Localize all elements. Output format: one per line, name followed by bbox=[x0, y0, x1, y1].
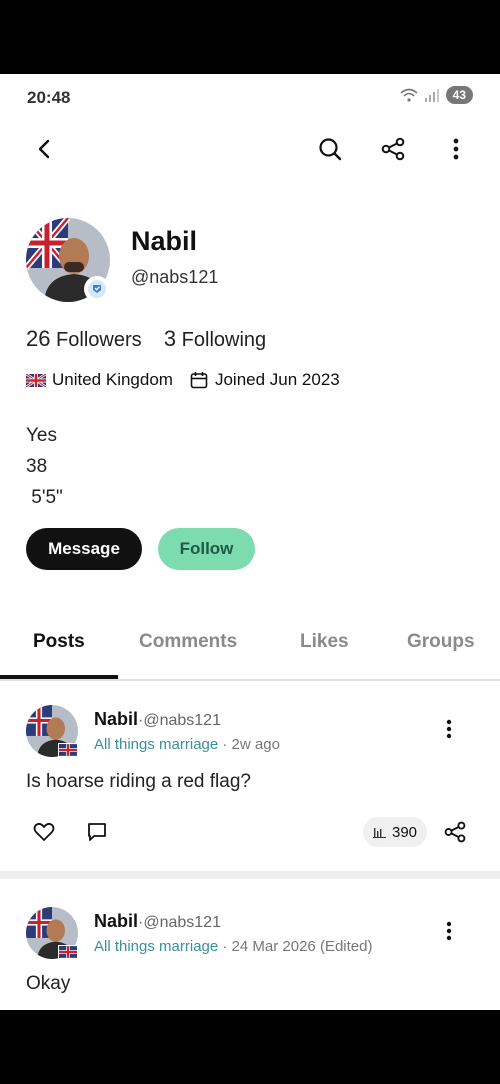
profile-bio: Yes 38 5'5" bbox=[26, 420, 63, 513]
tab-groups[interactable]: Groups bbox=[407, 631, 475, 653]
post-author[interactable]: Nabil·@nabs121 bbox=[94, 709, 221, 730]
share-button[interactable] bbox=[371, 124, 415, 174]
more-options-button[interactable] bbox=[434, 124, 478, 174]
uk-flag-icon bbox=[58, 743, 78, 757]
follow-stats: 26 Followers 3 Following bbox=[26, 326, 266, 352]
status-bar: 20:48 43 bbox=[0, 74, 500, 120]
post-card[interactable]: Nabil·@nabs121 All things marriage · 24 … bbox=[0, 879, 500, 1010]
post-group-link[interactable]: All things marriage bbox=[94, 736, 218, 753]
views-count: 390 bbox=[392, 823, 418, 841]
message-button[interactable]: Message bbox=[26, 528, 142, 570]
post-text: Okay bbox=[26, 973, 71, 994]
post-more-button[interactable] bbox=[446, 719, 452, 744]
following-label: Following bbox=[181, 329, 267, 351]
post-group-link[interactable]: All things marriage bbox=[94, 938, 218, 955]
heart-icon[interactable] bbox=[33, 822, 55, 842]
uk-flag-icon bbox=[58, 945, 78, 959]
profile-tabs: Posts Comments Likes Groups bbox=[0, 619, 500, 681]
bio-line: 5'5" bbox=[26, 487, 63, 508]
post-time: · 24 Mar 2026 (Edited) bbox=[218, 938, 373, 955]
post-card[interactable]: Nabil·@nabs121 All things marriage · 2w … bbox=[0, 677, 500, 871]
post-author-handle: ·@nabs121 bbox=[138, 914, 221, 931]
post-author-handle: ·@nabs121 bbox=[138, 712, 221, 729]
profile-name: Nabil bbox=[131, 226, 198, 256]
tab-posts[interactable]: Posts bbox=[33, 631, 85, 653]
top-bar bbox=[0, 124, 500, 174]
more-vertical-icon bbox=[446, 921, 452, 941]
comment-icon[interactable] bbox=[87, 822, 107, 842]
post-text: Is hoarse riding a red flag? bbox=[26, 771, 251, 792]
post-views[interactable]: 390 bbox=[363, 817, 428, 847]
verified-badge bbox=[84, 276, 110, 302]
post-author-name: Nabil bbox=[94, 709, 139, 729]
post-meta: All things marriage · 2w ago bbox=[94, 736, 280, 753]
search-button[interactable] bbox=[308, 124, 352, 174]
bio-line: 38 bbox=[26, 456, 48, 477]
status-time: 20:48 bbox=[27, 88, 71, 107]
tab-comments[interactable]: Comments bbox=[139, 631, 237, 653]
verified-badge-icon bbox=[88, 280, 106, 298]
follow-button[interactable]: Follow bbox=[158, 528, 255, 570]
post-time: · 2w ago bbox=[218, 736, 280, 753]
uk-flag-icon bbox=[26, 373, 46, 387]
back-icon bbox=[38, 139, 50, 159]
share-icon[interactable] bbox=[444, 821, 466, 843]
tab-likes[interactable]: Likes bbox=[300, 631, 349, 653]
following-count: 3 bbox=[163, 326, 177, 351]
status-icons: 43 bbox=[400, 86, 473, 104]
profile-handle: @nabs121 bbox=[131, 267, 219, 287]
post-meta: All things marriage · 24 Mar 2026 (Edite… bbox=[94, 938, 372, 955]
more-vertical-icon bbox=[446, 719, 452, 739]
calendar-icon bbox=[190, 372, 208, 389]
profile-joined: Joined Jun 2023 bbox=[214, 370, 340, 389]
post-author[interactable]: Nabil·@nabs121 bbox=[94, 911, 221, 932]
following-link[interactable]: 3 Following bbox=[163, 326, 267, 351]
more-vertical-icon bbox=[453, 138, 459, 160]
share-icon bbox=[381, 137, 405, 161]
profile-location: United Kingdom bbox=[52, 370, 173, 389]
wifi-icon bbox=[400, 88, 418, 102]
post-divider bbox=[0, 871, 500, 879]
followers-link[interactable]: 26 Followers bbox=[26, 326, 142, 351]
followers-count: 26 bbox=[26, 326, 51, 351]
screen: 20:48 43 Nabil @nabs121 26 Followers 3 F… bbox=[0, 74, 500, 1010]
bar-chart-icon bbox=[373, 828, 386, 838]
profile-meta: United Kingdom Joined Jun 2023 bbox=[26, 370, 340, 390]
followers-label: Followers bbox=[56, 329, 142, 351]
signal-icon bbox=[424, 89, 439, 102]
battery-indicator: 43 bbox=[445, 86, 473, 104]
bio-line: Yes bbox=[26, 425, 57, 446]
back-button[interactable] bbox=[22, 124, 66, 174]
post-author-name: Nabil bbox=[94, 911, 139, 931]
post-more-button[interactable] bbox=[446, 921, 452, 946]
search-icon bbox=[319, 138, 342, 161]
